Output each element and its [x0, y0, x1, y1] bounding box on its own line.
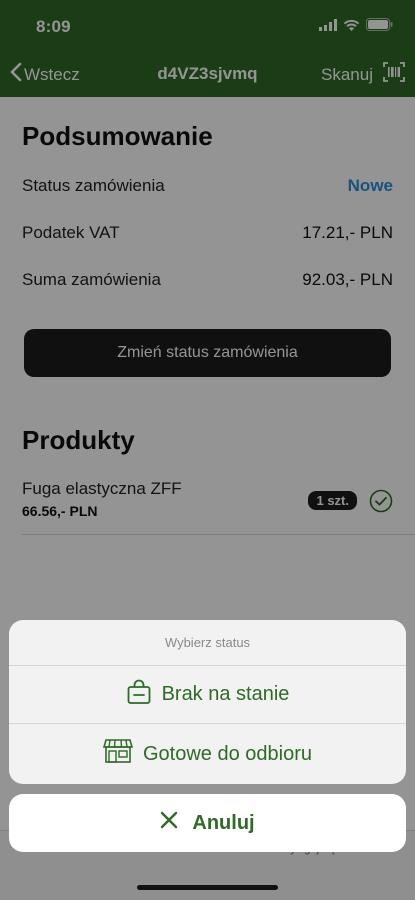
action-sheet-title: Wybierz status	[9, 620, 406, 666]
store-icon	[102, 738, 134, 770]
bag-icon	[126, 679, 152, 711]
option-out-of-stock[interactable]: Brak na stanie	[9, 666, 406, 724]
x-icon	[160, 811, 178, 835]
option-ready-for-pickup[interactable]: Gotowe do odbioru	[9, 725, 406, 783]
cancel-button[interactable]: Anuluj	[9, 794, 406, 852]
home-indicator[interactable]	[137, 885, 278, 890]
option-label: Brak na stanie	[161, 683, 290, 705]
cancel-label: Anuluj	[192, 811, 255, 834]
status-action-sheet: Wybierz status Brak na stanie Gotowe do …	[9, 620, 406, 784]
option-label: Gotowe do odbioru	[142, 742, 312, 765]
